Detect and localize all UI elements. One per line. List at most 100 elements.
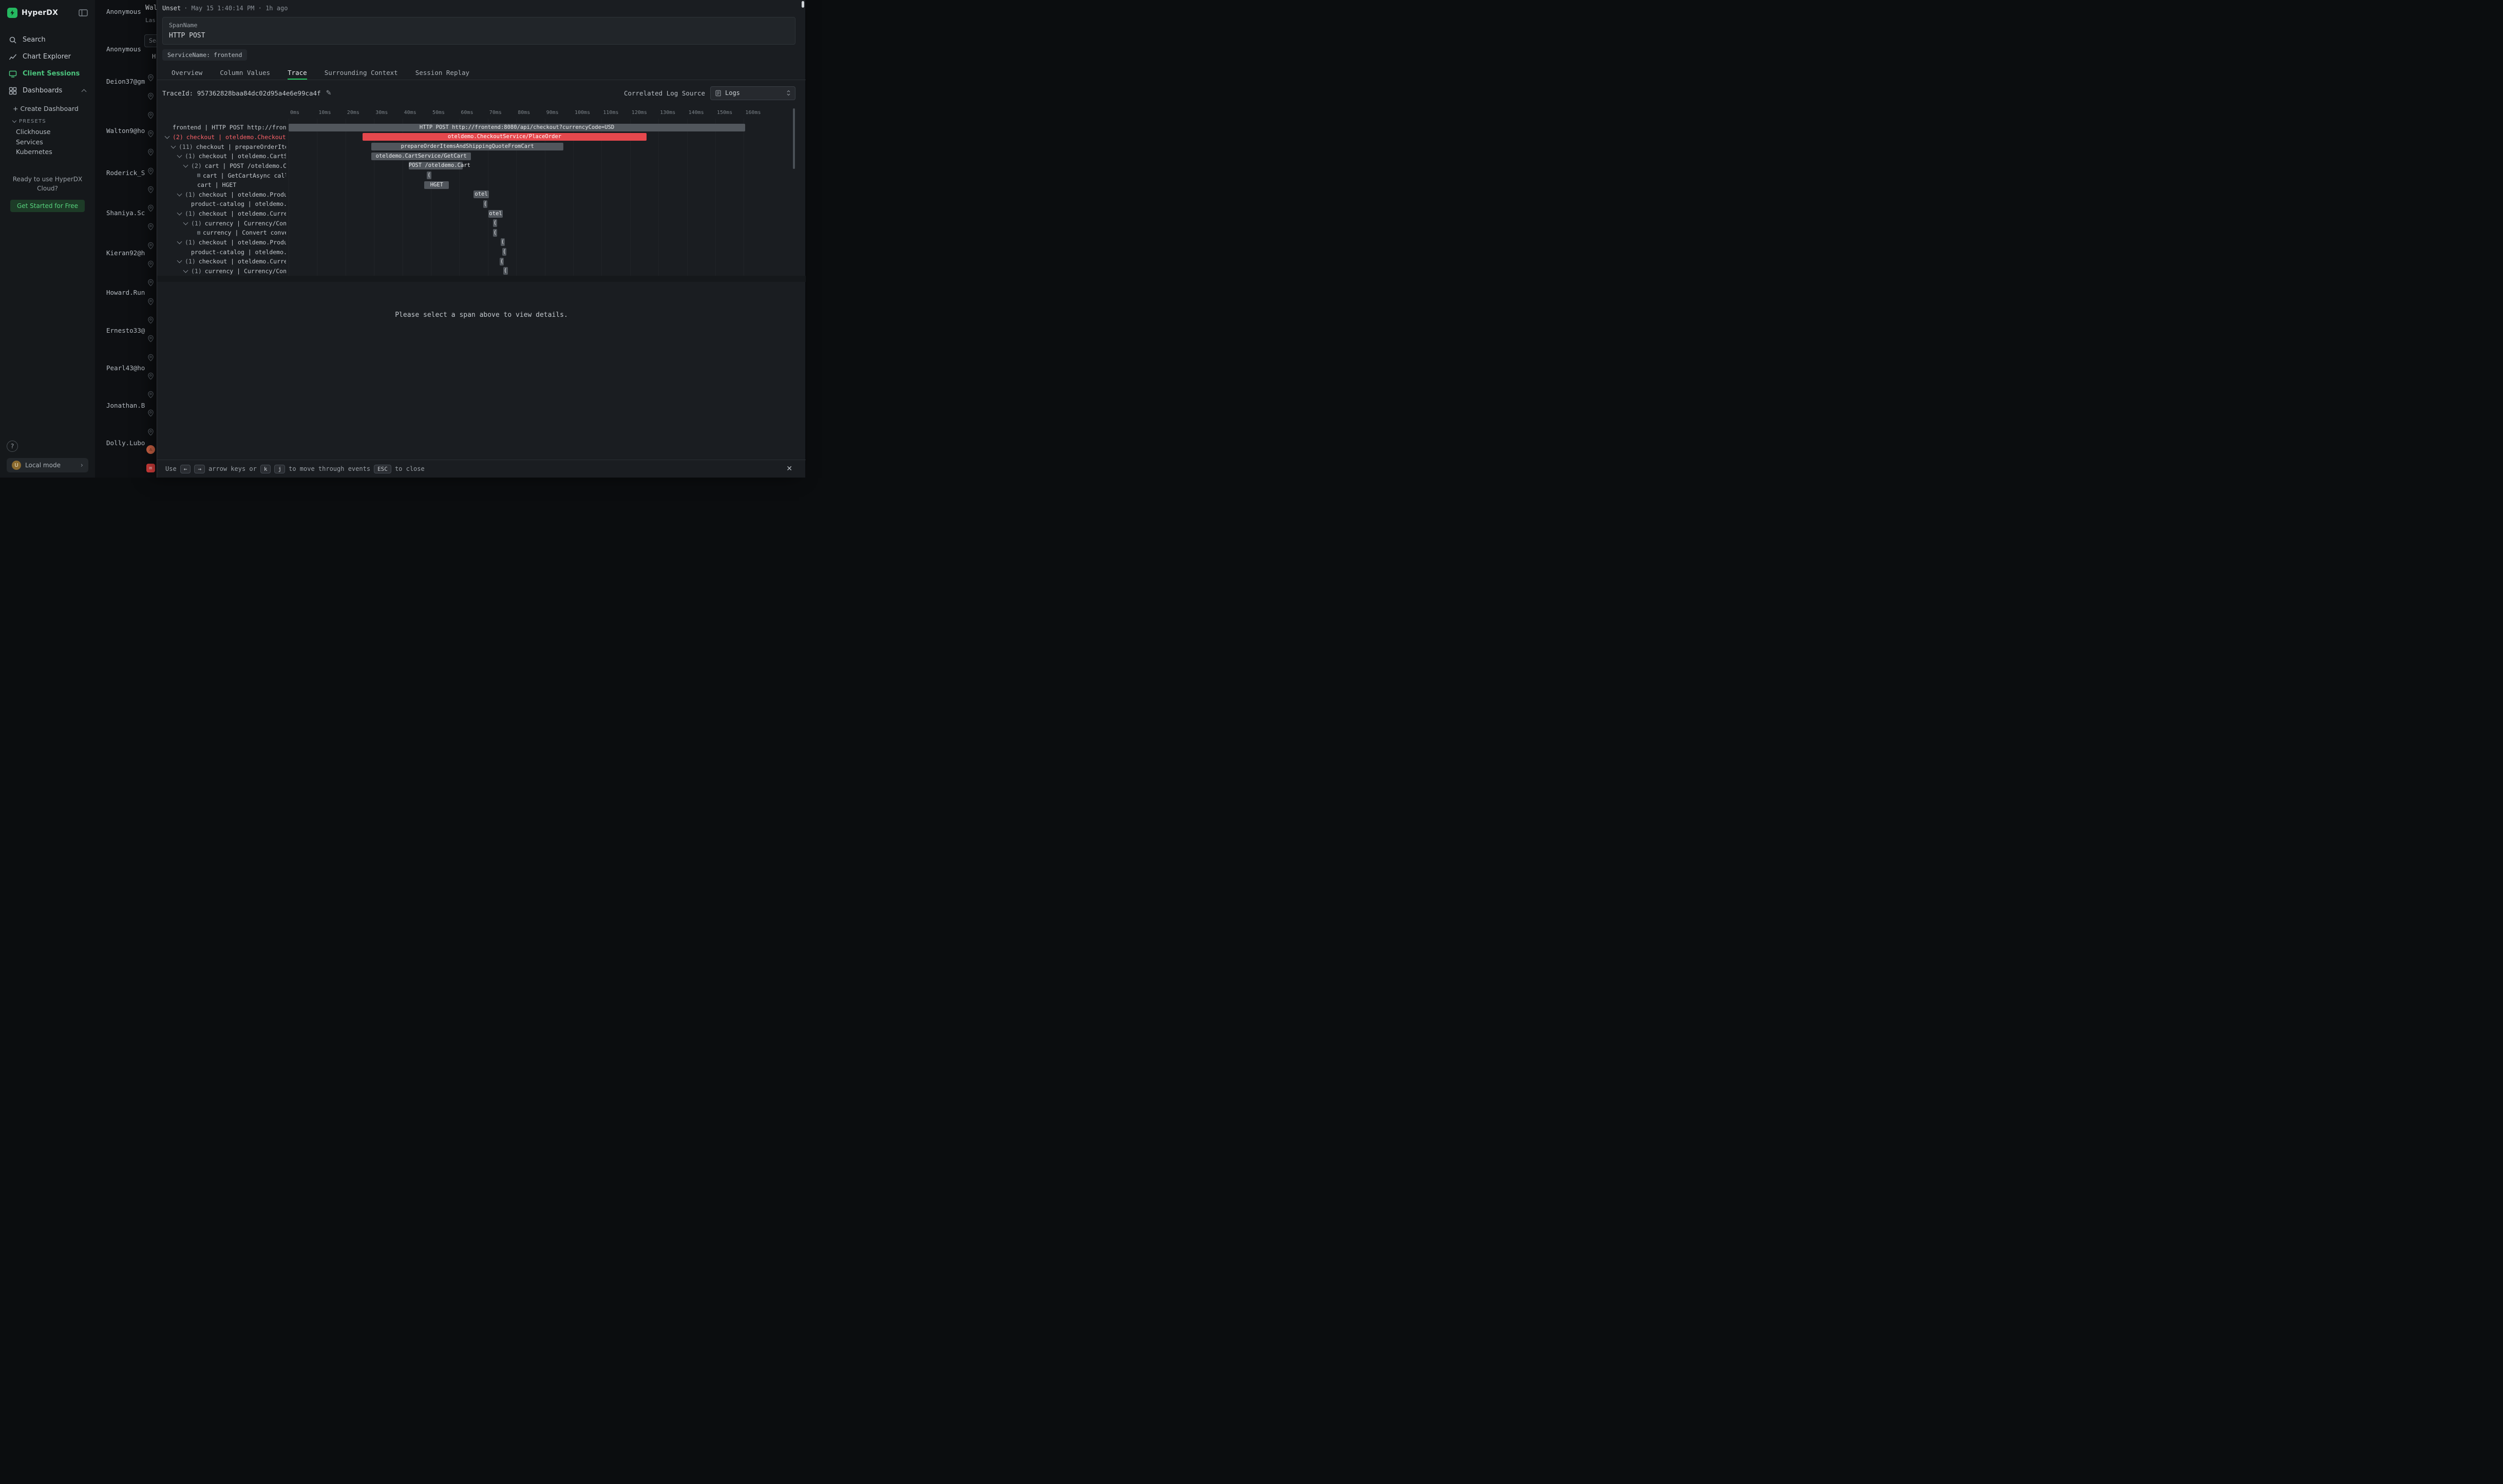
- span-bar[interactable]: (: [501, 238, 505, 246]
- chevron-down-icon[interactable]: [183, 220, 188, 225]
- sidebar-item-search[interactable]: Search: [0, 31, 95, 48]
- get-started-button[interactable]: Get Started for Free: [10, 200, 85, 212]
- span-row[interactable]: (2)checkout | oteldemo.CheckoutServic… ot…: [162, 132, 795, 142]
- span-tree-entry[interactable]: product-catalog | oteldemo.Prod…: [162, 199, 286, 209]
- span-row[interactable]: (11)checkout | prepareOrderItemsAnd… prep…: [162, 142, 795, 151]
- span-tree-entry[interactable]: (2)checkout | oteldemo.CheckoutServic…: [162, 132, 286, 142]
- span-row[interactable]: product-catalog | oteldemo.Prod… (: [162, 247, 795, 257]
- session-list-item[interactable]: Anonymous: [106, 45, 141, 53]
- page-scrollbar[interactable]: [802, 1, 804, 8]
- sidebar-item-client-sessions[interactable]: Client Sessions: [0, 65, 95, 82]
- chevron-down-icon[interactable]: [183, 268, 188, 273]
- collapse-sidebar-icon[interactable]: [79, 9, 88, 16]
- session-list-item[interactable]: Kieran92@h: [106, 249, 145, 257]
- chevron-down-icon[interactable]: [165, 134, 170, 139]
- span-row[interactable]: cart | HGET HGET: [162, 180, 795, 190]
- span-bar[interactable]: otel: [488, 210, 503, 218]
- chevron-down-icon[interactable]: [171, 143, 176, 148]
- chevron-down-icon[interactable]: [177, 211, 182, 216]
- span-tree-entry[interactable]: (1)checkout | oteldemo.CartServic…: [162, 151, 286, 161]
- location-pin-icon: [147, 428, 155, 436]
- session-list-item[interactable]: Dolly.Lubo: [106, 439, 145, 447]
- session-list-item[interactable]: Roderick_S: [106, 169, 145, 177]
- span-tree-entry[interactable]: (1)checkout | oteldemo.CurrencySe…: [162, 209, 286, 219]
- local-mode-button[interactable]: U Local mode ›: [7, 458, 88, 472]
- log-source-select[interactable]: Logs: [710, 86, 795, 100]
- tab-surrounding-context[interactable]: Surrounding Context: [325, 66, 398, 80]
- session-list-item[interactable]: Deion37@gm: [106, 78, 145, 85]
- session-list-item[interactable]: Shaniya.Sc: [106, 209, 145, 217]
- span-bar[interactable]: prepareOrderItemsAndShippingQuoteFromCar…: [371, 143, 563, 150]
- span-bar[interactable]: (: [503, 267, 508, 275]
- axis-tick-label: 160ms: [745, 110, 761, 116]
- span-tree-entry[interactable]: (11)checkout | prepareOrderItemsAnd…: [162, 142, 286, 151]
- span-tree-entry[interactable]: (1)checkout | oteldemo.ProductCat…: [162, 189, 286, 199]
- span-tree-entry[interactable]: (2)cart | POST /oteldemo.CartSe…: [162, 161, 286, 171]
- span-tree-entry[interactable]: (1)currency | Currency/Convert: [162, 267, 286, 276]
- session-list-item[interactable]: Jonathan.B: [106, 402, 145, 409]
- span-bar[interactable]: (: [502, 248, 506, 256]
- edit-icon[interactable]: ✎: [326, 89, 332, 97]
- span-row[interactable]: (1)checkout | oteldemo.CurrencySe… (: [162, 257, 795, 267]
- session-list-item[interactable]: Pearl43@ho: [106, 364, 145, 372]
- help-button[interactable]: ?: [7, 441, 18, 452]
- span-row[interactable]: (1)checkout | oteldemo.CurrencySe… otel: [162, 209, 795, 219]
- span-row[interactable]: (1)currency | Currency/Convert (: [162, 218, 795, 228]
- span-bar[interactable]: (: [500, 258, 504, 265]
- tab-trace[interactable]: Trace: [288, 66, 307, 80]
- span-child-count: (2): [191, 162, 202, 169]
- chevron-down-icon[interactable]: [177, 258, 182, 263]
- preset-services[interactable]: Services: [0, 137, 95, 147]
- span-row[interactable]: product-catalog | oteldemo.Prod… (: [162, 199, 795, 209]
- close-drawer-button[interactable]: ✕: [786, 465, 792, 473]
- preset-kubernetes[interactable]: Kubernetes: [0, 147, 95, 157]
- tab-session-replay[interactable]: Session Replay: [415, 66, 469, 80]
- span-tree-entry[interactable]: (1)checkout | oteldemo.CurrencySe…: [162, 257, 286, 267]
- span-bar[interactable]: (: [493, 219, 497, 227]
- session-list-item[interactable]: Walton9@ho: [106, 127, 145, 135]
- presets-section-toggle[interactable]: PRESETS: [0, 116, 95, 127]
- span-bar[interactable]: oteldemo.CartService/GetCart: [371, 153, 471, 160]
- span-bar[interactable]: HTTP POST http://frontend:8080/api/check…: [289, 124, 745, 131]
- create-dashboard-button[interactable]: + Create Dashboard: [0, 102, 95, 116]
- span-row[interactable]: frontend | HTTP POST http://frontend:…HT…: [162, 123, 795, 132]
- trace-id[interactable]: TraceId: 957362828baa84dc02d95a4e6e99ca4…: [162, 89, 321, 97]
- span-row[interactable]: (2)cart | POST /oteldemo.CartSe… POST /ot…: [162, 161, 795, 171]
- chevron-down-icon[interactable]: [177, 239, 182, 244]
- session-list-item[interactable]: Howard.Run: [106, 289, 145, 296]
- span-bar[interactable]: oteldemo.CheckoutService/PlaceOrder: [363, 133, 647, 141]
- span-tree-entry[interactable]: ▤currency | Convert convers…: [162, 228, 286, 238]
- tab-overview[interactable]: Overview: [172, 66, 202, 80]
- service-name-tag[interactable]: ServiceName: frontend: [162, 49, 247, 61]
- sidebar-item-dashboards[interactable]: Dashboards: [0, 82, 95, 99]
- span-tree-entry[interactable]: ▤cart | GetCartAsync called…: [162, 170, 286, 180]
- waterfall-scrollbar[interactable]: [793, 108, 795, 169]
- span-bar[interactable]: POST /oteldemo.Cart: [409, 162, 463, 169]
- span-row[interactable]: (1)checkout | oteldemo.CartServic… otelde…: [162, 151, 795, 161]
- span-bar[interactable]: (: [493, 229, 497, 237]
- span-bar[interactable]: otel: [473, 191, 489, 198]
- preset-clickhouse[interactable]: Clickhouse: [0, 127, 95, 137]
- session-list-item[interactable]: Anonymous: [106, 8, 141, 15]
- chevron-down-icon[interactable]: [183, 162, 188, 167]
- span-tree-entry[interactable]: (1)checkout | oteldemo.ProductCat…: [162, 238, 286, 248]
- span-row[interactable]: (1)currency | Currency/Convert (: [162, 267, 795, 276]
- span-row[interactable]: (1)checkout | oteldemo.ProductCat… (: [162, 238, 795, 248]
- span-tree-entry[interactable]: product-catalog | oteldemo.Prod…: [162, 247, 286, 257]
- span-bar[interactable]: HGET: [424, 181, 449, 189]
- waterfall-rows: frontend | HTTP POST http://frontend:…HT…: [162, 123, 795, 276]
- span-tree-entry[interactable]: frontend | HTTP POST http://frontend:…: [162, 123, 286, 132]
- session-list-item[interactable]: Ernesto33@: [106, 327, 145, 334]
- tab-column-values[interactable]: Column Values: [220, 66, 270, 80]
- span-row[interactable]: ▤currency | Convert convers… (: [162, 228, 795, 238]
- span-tree-entry[interactable]: (1)currency | Currency/Convert: [162, 218, 286, 228]
- span-row[interactable]: (1)checkout | oteldemo.ProductCat… otel: [162, 189, 795, 199]
- chevron-down-icon[interactable]: [177, 153, 182, 158]
- sidebar-item-chart-explorer[interactable]: Chart Explorer: [0, 48, 95, 65]
- span-bar[interactable]: (: [427, 172, 431, 179]
- span-row[interactable]: ▤cart | GetCartAsync called… (: [162, 170, 795, 180]
- span-tree-entry[interactable]: cart | HGET: [162, 180, 286, 190]
- chevron-down-icon[interactable]: [177, 191, 182, 196]
- span-bar[interactable]: (: [483, 200, 487, 208]
- session-search-input[interactable]: Sea: [144, 34, 157, 47]
